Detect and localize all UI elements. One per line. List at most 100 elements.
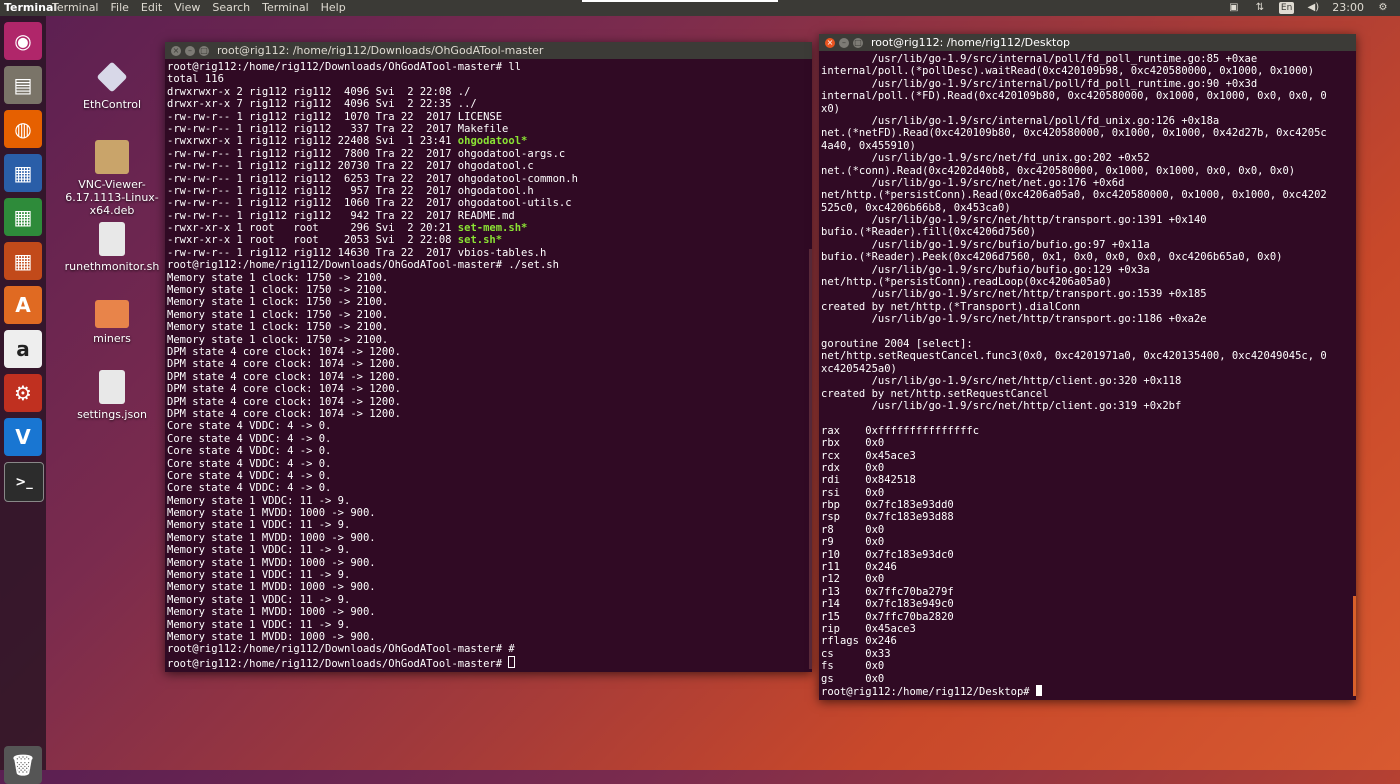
menu-terminal[interactable]: Terminal xyxy=(52,0,99,16)
terminal-line: Memory state 1 clock: 1750 -> 2100. xyxy=(167,296,810,308)
terminal-line: 525c0, 0xc4206b66b8, 0x453ca0) xyxy=(821,201,1011,214)
vnc-icon[interactable]: V xyxy=(4,418,42,456)
terminal-line: rflags 0x246 xyxy=(821,635,897,648)
display-icon[interactable]: ▣ xyxy=(1227,2,1241,14)
volume-icon[interactable]: ◀) xyxy=(1306,2,1320,14)
terminal-text: Memory state 1 VDDC: 11 -> 9. xyxy=(167,569,351,582)
window-titlebar[interactable]: × – □ root@rig112: /home/rig112/Desktop xyxy=(819,34,1356,51)
desktop-vnc-deb[interactable]: VNC-Viewer-6.17.1113-Linux-x64.deb xyxy=(64,140,160,217)
terminal-icon[interactable]: >_ xyxy=(4,462,44,502)
network-icon[interactable]: ⇅ xyxy=(1253,2,1267,14)
writer-icon[interactable]: ▦ xyxy=(4,154,42,192)
active-app-name: Terminal xyxy=(4,1,58,14)
terminal-text: -rw-rw-r-- 1 rig112 rig112 7800 Tra 22 2… xyxy=(167,147,566,160)
maximize-icon[interactable]: □ xyxy=(853,38,863,48)
impress-icon[interactable]: ▦ xyxy=(4,242,42,280)
package-icon xyxy=(95,140,129,174)
terminal-line: r15 0x7ffc70ba2820 xyxy=(821,610,954,623)
software-center-icon[interactable]: A xyxy=(4,286,42,324)
text-cursor xyxy=(508,655,516,668)
close-icon[interactable]: × xyxy=(171,46,181,56)
scrollbar-thumb[interactable] xyxy=(1353,596,1356,696)
terminal-line: Core state 4 VDDC: 4 -> 0. xyxy=(167,445,810,457)
terminal-line: Memory state 1 clock: 1750 -> 2100. xyxy=(167,309,810,321)
terminal-text: -rw-rw-r-- 1 rig112 rig112 6253 Tra 22 2… xyxy=(167,172,578,185)
terminal-line: Memory state 1 VDDC: 11 -> 9. xyxy=(167,569,810,581)
scrollbar[interactable] xyxy=(808,59,812,672)
power-icon[interactable]: ⚙ xyxy=(1376,2,1390,14)
keyboard-lang-indicator[interactable]: En xyxy=(1278,2,1295,14)
terminal-line: DPM state 4 core clock: 1074 -> 1200. xyxy=(167,371,810,383)
terminal-text: total 116 xyxy=(167,73,224,86)
clock[interactable]: 23:00 xyxy=(1332,0,1364,16)
terminal-text: DPM state 4 core clock: 1074 -> 1200. xyxy=(167,383,401,396)
terminal-text: -rwxrwxr-x 1 rig112 rig112 22408 Svi 1 2… xyxy=(167,135,458,148)
terminal-line: Core state 4 VDDC: 4 -> 0. xyxy=(167,482,810,494)
terminal-text: Memory state 1 clock: 1750 -> 2100. xyxy=(167,296,389,309)
files-icon[interactable]: ▤ xyxy=(4,66,42,104)
terminal-line: Memory state 1 MVDD: 1000 -> 900. xyxy=(167,581,810,593)
terminal-line: /usr/lib/go-1.9/src/net/http/client.go:3… xyxy=(821,399,1182,412)
terminal-line: -rw-rw-r-- 1 rig112 rig112 1060 Tra 22 2… xyxy=(167,197,810,209)
folder-icon xyxy=(95,300,129,328)
terminal-line: Core state 4 VDDC: 4 -> 0. xyxy=(167,433,810,445)
terminal-line: rsi 0x0 xyxy=(821,486,885,499)
window-titlebar[interactable]: × – □ root@rig112: /home/rig112/Download… xyxy=(165,42,812,59)
close-icon[interactable]: × xyxy=(825,38,835,48)
terminal-window-left[interactable]: × – □ root@rig112: /home/rig112/Download… xyxy=(165,42,812,672)
terminal-text: Memory state 1 clock: 1750 -> 2100. xyxy=(167,308,389,321)
desktop-miners[interactable]: miners xyxy=(64,300,160,345)
desktop-runethmonitor[interactable]: runethmonitor.sh xyxy=(64,222,160,273)
terminal-line: /usr/lib/go-1.9/src/net/net.go:176 +0x6d xyxy=(821,176,1125,189)
terminal-line: cs 0x33 xyxy=(821,647,891,660)
terminal-line: DPM state 4 core clock: 1074 -> 1200. xyxy=(167,408,810,420)
terminal-text: -rw-rw-r-- 1 rig112 rig112 20730 Tra 22 … xyxy=(167,160,534,173)
menu-file[interactable]: File xyxy=(111,0,129,16)
terminal-line: Memory state 1 clock: 1750 -> 2100. xyxy=(167,284,810,296)
terminal-text: Memory state 1 MVDD: 1000 -> 900. xyxy=(167,507,376,520)
terminal-line: x0) xyxy=(821,102,840,115)
menu-search[interactable]: Search xyxy=(212,0,250,16)
scrollbar[interactable] xyxy=(1352,51,1356,700)
minimize-icon[interactable]: – xyxy=(185,46,195,56)
terminal-window-right[interactable]: × – □ root@rig112: /home/rig112/Desktop … xyxy=(819,34,1356,700)
terminal-output[interactable]: /usr/lib/go-1.9/src/internal/poll/fd_pol… xyxy=(819,51,1356,699)
firefox-icon[interactable]: ◍ xyxy=(4,110,42,148)
calc-icon[interactable]: ▦ xyxy=(4,198,42,236)
terminal-text: DPM state 4 core clock: 1074 -> 1200. xyxy=(167,395,401,408)
terminal-line: Memory state 1 VDDC: 11 -> 9. xyxy=(167,544,810,556)
terminal-line: Memory state 1 clock: 1750 -> 2100. xyxy=(167,321,810,333)
terminal-line: internal/poll.(*pollDesc).waitRead(0xc42… xyxy=(821,65,1315,78)
desktop-ethcontrol[interactable]: EthControl xyxy=(64,61,160,111)
menu-view[interactable]: View xyxy=(174,0,200,16)
desktop-settings-json[interactable]: settings.json xyxy=(64,370,160,421)
terminal-text: Core state 4 VDDC: 4 -> 0. xyxy=(167,420,332,433)
top-panel: Terminal Terminal File Edit View Search … xyxy=(0,0,1400,16)
desktop-icon-label: miners xyxy=(93,332,131,345)
terminal-line: root@rig112:/home/rig112/Downloads/OhGod… xyxy=(167,61,810,73)
terminal-line: /usr/lib/go-1.9/src/net/http/transport.g… xyxy=(821,288,1207,301)
terminal-output[interactable]: root@rig112:/home/rig112/Downloads/OhGod… xyxy=(165,59,812,671)
scrollbar-thumb[interactable] xyxy=(809,249,812,669)
desktop-icon-label: EthControl xyxy=(83,98,141,111)
trash-icon[interactable]: 🗑 xyxy=(4,746,42,784)
launcher: ◉ ▤ ◍ ▦ ▦ ▦ Aa ⚙ V >_ 🗑 xyxy=(0,16,46,784)
terminal-text: DPM state 4 core clock: 1074 -> 1200. xyxy=(167,407,401,420)
menu-help[interactable]: Help xyxy=(321,0,346,16)
window-title: root@rig112: /home/rig112/Desktop xyxy=(871,36,1071,49)
maximize-icon[interactable]: □ xyxy=(199,46,209,56)
minimize-icon[interactable]: – xyxy=(839,38,849,48)
terminal-text: Memory state 1 VDDC: 11 -> 9. xyxy=(167,494,351,507)
terminal-line: created by net/http.setRequestCancel xyxy=(821,387,1049,400)
settings-icon[interactable]: ⚙ xyxy=(4,374,42,412)
terminal-line: -rw-rw-r-- 1 rig112 rig112 20730 Tra 22 … xyxy=(167,160,810,172)
terminal-line: DPM state 4 core clock: 1074 -> 1200. xyxy=(167,358,810,370)
amazon-icon[interactable]: a xyxy=(4,330,42,368)
ubuntu-dash-icon[interactable]: ◉ xyxy=(4,22,42,60)
menu-edit[interactable]: Edit xyxy=(141,0,162,16)
menu-terminal-2[interactable]: Terminal xyxy=(262,0,309,16)
terminal-line: r14 0x7fc183e949c0 xyxy=(821,598,954,611)
desktop-icon-label: VNC-Viewer-6.17.1113-Linux-x64.deb xyxy=(65,178,159,217)
terminal-line: net/http.setRequestCancel.func3(0x0, 0xc… xyxy=(821,350,1327,363)
